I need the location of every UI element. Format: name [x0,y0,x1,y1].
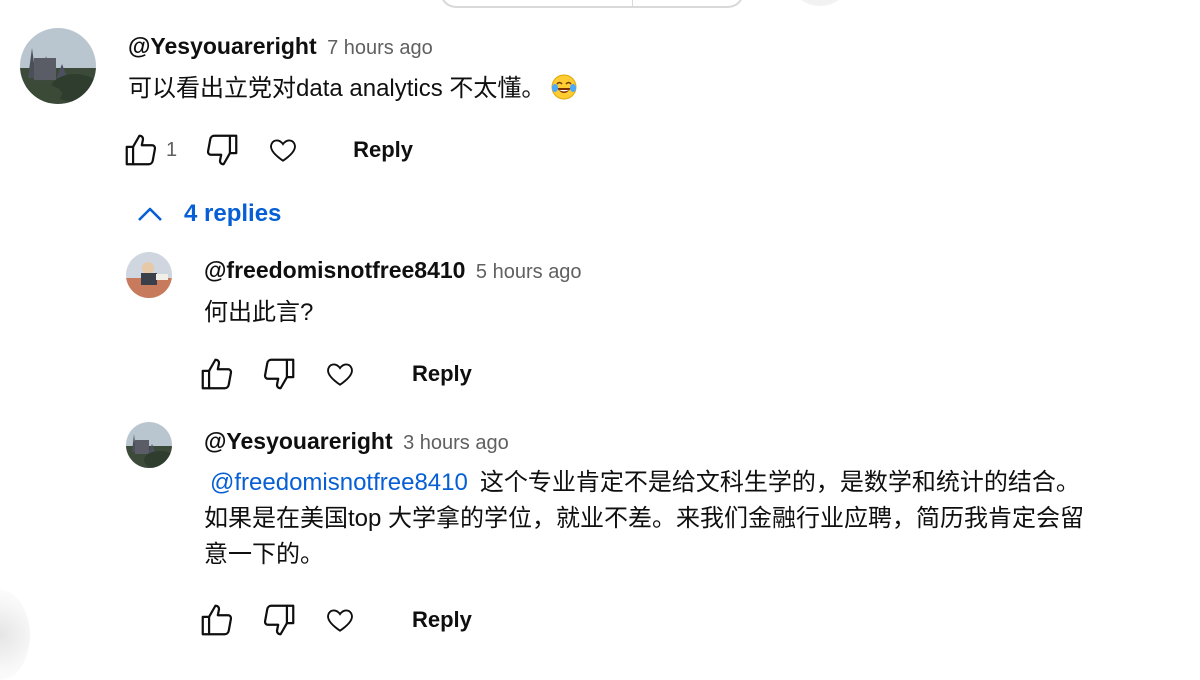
comment-body: 可以看出立党对data analytics 不太懂。 [128,75,546,102]
timestamp[interactable]: 7 hours ago [327,37,433,59]
chevron-up-icon [138,207,162,221]
dislike-button[interactable] [260,355,298,393]
top-toolbar-fragment [440,0,744,8]
replies-count-label[interactable]: 4 replies [184,200,281,228]
heart-icon [327,609,353,632]
top-button-fragment [795,0,845,6]
heart-button[interactable] [324,604,356,636]
like-button[interactable] [198,355,236,393]
dislike-icon [263,358,295,390]
like-icon [125,134,157,166]
heart-icon [327,363,353,386]
comment-body: 意一下的。 [204,541,324,568]
author-name[interactable]: @Yesyouareright [204,428,393,454]
reply-button[interactable]: Reply [412,361,472,387]
heart-button[interactable] [324,358,356,390]
author-name[interactable]: @freedomisnotfree8410 [204,257,465,283]
reply-button[interactable]: Reply [353,137,413,163]
comment-actions: Reply [198,355,472,393]
dislike-button[interactable] [260,601,298,639]
comment-text: 何出此言? [204,299,314,326]
reply-button[interactable]: Reply [412,607,472,633]
shadow-fragment [0,590,30,680]
avatar[interactable] [20,28,96,104]
tears-of-joy-emoji [551,74,577,100]
comment-body: 如果是在美国top 大学拿的学位，就业不差。来我们金融行业应聘，简历我肯定会留 [204,505,1085,532]
avatar[interactable] [126,422,172,468]
dislike-icon [207,134,238,166]
comment-text: @freedomisnotfree8410 这个专业肯定不是给文科生学的，是数学和… [204,465,1194,573]
timestamp[interactable]: 5 hours ago [476,261,582,283]
avatar[interactable] [126,252,172,298]
comment-actions: 1 Reply [122,131,413,169]
like-button[interactable] [198,601,236,639]
comment-header: @freedomisnotfree8410 5 hours ago [204,257,582,284]
comment-header: @Yesyouareright 3 hours ago [204,428,509,455]
comment-actions: Reply [198,601,472,639]
heart-icon [270,139,296,162]
dislike-button[interactable] [203,131,241,169]
comment-text: 可以看出立党对data analytics 不太懂。 [128,71,577,107]
comment-body: 这个专业肯定不是给文科生学的，是数学和统计的结合。 [479,469,1080,496]
dislike-icon [263,604,295,636]
replies-toggle[interactable]: 4 replies [136,200,281,228]
comment-header: @Yesyouareright 7 hours ago [128,33,433,60]
like-count: 1 [166,138,178,161]
like-icon [201,358,233,390]
heart-button[interactable] [267,134,299,166]
like-button[interactable] [122,131,160,169]
timestamp[interactable]: 3 hours ago [403,432,509,454]
like-icon [201,604,233,636]
author-name[interactable]: @Yesyouareright [128,33,317,59]
mention-link[interactable]: @freedomisnotfree8410 [204,469,468,496]
